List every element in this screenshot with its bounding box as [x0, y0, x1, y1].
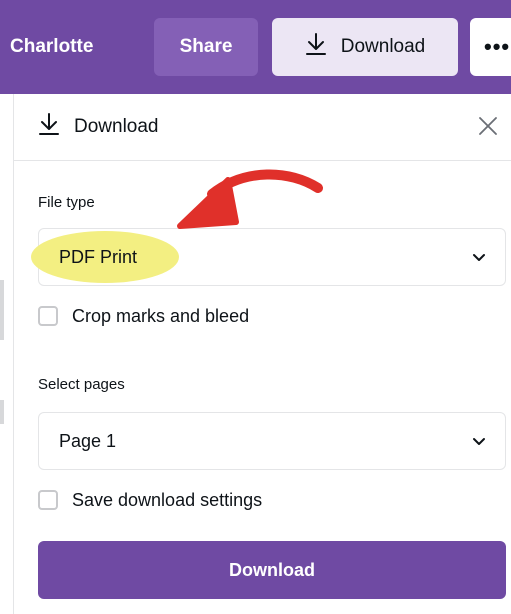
panel-title: Download: [38, 112, 159, 142]
share-button[interactable]: Share: [154, 18, 258, 76]
chevron-down-icon: [473, 438, 485, 445]
select-pages-label: Select pages: [38, 376, 125, 393]
chevron-down-icon: [473, 254, 485, 261]
save-settings-option[interactable]: Save download settings: [38, 485, 262, 515]
save-settings-label: Save download settings: [72, 489, 263, 510]
close-icon[interactable]: [474, 112, 502, 140]
file-type-select[interactable]: PDF Print: [31, 228, 506, 286]
download-arrow-icon: [38, 112, 60, 142]
download-button[interactable]: Download: [38, 541, 506, 599]
crop-marks-option[interactable]: Crop marks and bleed: [38, 301, 249, 331]
top-toolbar: Charlotte Share Download •••: [0, 0, 511, 94]
file-type-label: File type: [38, 194, 95, 211]
select-pages-value: Page 1: [59, 430, 117, 451]
save-settings-checkbox[interactable]: [38, 490, 58, 510]
left-edge-mark: [0, 280, 4, 340]
user-name-button[interactable]: Charlotte: [10, 24, 93, 70]
crop-marks-checkbox[interactable]: [38, 306, 58, 326]
toolbar-download-label: Download: [340, 36, 426, 57]
panel-header: Download: [14, 94, 511, 161]
left-edge-mark: [0, 400, 4, 424]
download-panel: Download File type PDF Print Crop marks …: [13, 94, 511, 614]
panel-title-text: Download: [74, 116, 159, 137]
more-options-button[interactable]: •••: [470, 18, 511, 76]
download-arrow-icon: [305, 32, 327, 62]
file-type-value: PDF Print: [59, 246, 138, 267]
crop-marks-label: Crop marks and bleed: [72, 305, 250, 326]
toolbar-download-button[interactable]: Download: [272, 18, 458, 76]
select-pages-select[interactable]: Page 1: [38, 412, 506, 470]
